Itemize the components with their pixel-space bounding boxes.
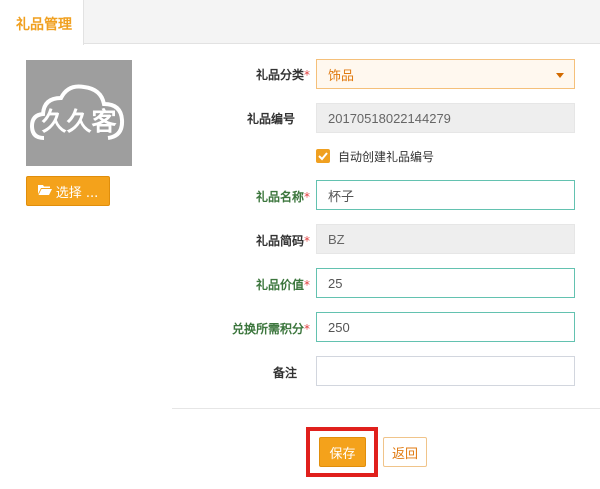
- price-value: 25: [328, 275, 343, 291]
- choose-image-label: 选择 ...: [55, 185, 99, 201]
- code-field[interactable]: 20170518022144279: [316, 103, 575, 133]
- back-button[interactable]: 返回: [383, 437, 427, 467]
- code-label: 礼品编号: [246, 112, 295, 126]
- category-label: 礼品分类*: [255, 68, 310, 82]
- tab-bar: 礼品管理: [0, 0, 600, 45]
- note-input[interactable]: [316, 356, 575, 386]
- chevron-down-icon: [556, 73, 564, 78]
- points-input[interactable]: 250: [316, 312, 575, 342]
- logo-text: 久久客: [41, 107, 116, 136]
- name-value: 杯子: [328, 188, 355, 204]
- code-value: 20170518022144279: [328, 110, 451, 126]
- short-code-field[interactable]: BZ: [316, 224, 575, 254]
- category-value: 饰品: [328, 67, 355, 83]
- folder-open-icon: [37, 184, 52, 199]
- short-code-value: BZ: [328, 231, 345, 247]
- save-button[interactable]: 保存: [319, 437, 366, 467]
- check-icon: [318, 152, 328, 161]
- price-input[interactable]: 25: [316, 268, 575, 298]
- points-value: 250: [328, 319, 350, 335]
- gift-image-preview: 久久客: [26, 60, 132, 166]
- choose-image-button[interactable]: 选择 ...: [26, 176, 110, 206]
- name-input[interactable]: 杯子: [316, 180, 575, 210]
- auto-code-label: 自动创建礼品编号: [338, 150, 435, 164]
- cloud-logo-icon: 久久客: [29, 84, 125, 140]
- price-label: 礼品价值*: [255, 278, 310, 292]
- short-code-label: 礼品简码*: [255, 234, 310, 248]
- name-label: 礼品名称*: [255, 190, 310, 204]
- footer-divider: [172, 408, 600, 409]
- points-label: 兑换所需积分*: [231, 322, 310, 336]
- auto-code-checkbox[interactable]: [316, 149, 330, 163]
- category-select[interactable]: 饰品: [316, 59, 575, 89]
- tab-gift-management[interactable]: 礼品管理: [0, 0, 84, 45]
- note-label: 备注: [272, 366, 297, 380]
